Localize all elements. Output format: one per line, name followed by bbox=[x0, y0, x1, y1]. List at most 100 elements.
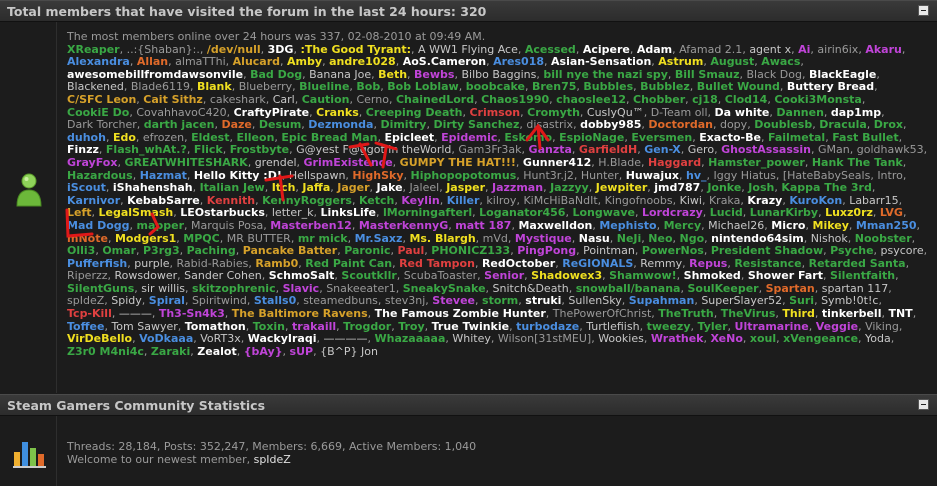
member-link[interactable]: Black Dog bbox=[746, 68, 801, 81]
member-link[interactable]: Alucard bbox=[233, 55, 280, 68]
member-link[interactable]: The Baltimore Ravens bbox=[232, 307, 368, 320]
newest-member-link[interactable]: spIdeZ bbox=[254, 453, 291, 466]
member-link[interactable]: Bubbles bbox=[583, 80, 633, 94]
member-link[interactable]: Bob bbox=[356, 80, 380, 94]
member-link[interactable]: SchmoSalt bbox=[269, 269, 335, 282]
member-link[interactable]: LegalSmash bbox=[99, 206, 174, 220]
member-link[interactable]: Bilbo Baggins bbox=[461, 68, 536, 81]
member-link[interactable]: Dimitry bbox=[380, 118, 426, 131]
member-link[interactable]: SoulKeeper bbox=[687, 282, 758, 295]
member-link[interactable]: Astrum bbox=[658, 55, 703, 68]
member-link[interactable]: ——— bbox=[119, 307, 152, 320]
member-link[interactable]: Jonke bbox=[707, 181, 741, 194]
member-link[interactable]: matt 187 bbox=[455, 219, 511, 232]
member-link[interactable]: Sander Cohen bbox=[184, 269, 262, 282]
member-link[interactable]: Keylin bbox=[401, 194, 439, 207]
member-link[interactable]: cj18 bbox=[692, 93, 718, 106]
member-link[interactable]: Dracula bbox=[819, 118, 867, 131]
member-link[interactable]: C/SFC Leon bbox=[67, 93, 136, 106]
member-link[interactable]: Gam3Fr3ak bbox=[458, 143, 521, 157]
member-link[interactable]: Kennith bbox=[207, 194, 255, 207]
member-link[interactable]: Jager bbox=[337, 181, 369, 194]
member-link[interactable]: Noobster bbox=[855, 232, 912, 245]
member-link[interactable]: LinksLife bbox=[321, 206, 377, 220]
member-link[interactable]: Rabid-Rabies bbox=[177, 257, 249, 270]
member-link[interactable]: bill nye the nazi spy bbox=[543, 68, 668, 81]
member-link[interactable]: Shamwow! bbox=[609, 269, 677, 282]
member-link[interactable]: Blueberry bbox=[239, 80, 292, 94]
member-link[interactable]: Remmy bbox=[640, 257, 682, 270]
member-link[interactable]: President Shadow bbox=[711, 244, 823, 257]
member-link[interactable]: mNote bbox=[67, 232, 108, 245]
member-link[interactable]: GhostAssassin bbox=[721, 143, 811, 157]
member-link[interactable]: Doublesb bbox=[754, 118, 812, 131]
member-link[interactable]: GMan bbox=[818, 143, 850, 157]
member-link[interactable]: spartan 117 bbox=[822, 282, 889, 295]
member-link[interactable]: snowball/banana bbox=[576, 282, 681, 295]
member-link[interactable]: ..:{Shaban}:. bbox=[127, 43, 200, 56]
member-link[interactable]: Drox bbox=[874, 118, 903, 131]
member-link[interactable]: Blank bbox=[197, 80, 232, 94]
member-link[interactable]: VoRT3x bbox=[200, 332, 240, 345]
member-link[interactable]: Haggard bbox=[648, 156, 701, 169]
member-link[interactable]: Finzz bbox=[67, 143, 99, 157]
member-link[interactable]: G@yest F@ggot in theWorld bbox=[296, 143, 451, 157]
member-link[interactable]: A WW1 Flying Ace bbox=[418, 43, 518, 56]
member-link[interactable]: Lordcrazy bbox=[642, 206, 703, 220]
member-link[interactable]: Spiral bbox=[149, 294, 185, 308]
member-link[interactable]: tweezy bbox=[647, 320, 691, 333]
member-link[interactable]: Pancake Batter bbox=[243, 244, 337, 257]
member-link[interactable]: Tyler bbox=[698, 320, 728, 333]
member-link[interactable]: boobcake bbox=[466, 80, 525, 94]
member-link[interactable]: Desum bbox=[259, 118, 301, 131]
member-link[interactable]: Pufferfish bbox=[67, 257, 127, 270]
member-link[interactable]: Bewbs bbox=[414, 68, 454, 81]
member-link[interactable]: mVd bbox=[483, 232, 508, 245]
member-link[interactable]: Tcp-Kill bbox=[67, 307, 112, 320]
member-link[interactable]: Trogdor bbox=[343, 320, 391, 333]
member-link[interactable]: Iggy Hiatus bbox=[714, 169, 776, 182]
member-link[interactable]: Blackened bbox=[67, 80, 124, 94]
member-link[interactable]: airin6ix bbox=[817, 43, 858, 56]
member-link[interactable]: iShahenshah bbox=[113, 181, 193, 194]
member-link[interactable]: efrozen bbox=[143, 131, 184, 144]
member-link[interactable]: Killer bbox=[447, 194, 480, 207]
member-link[interactable]: Bob Loblaw bbox=[387, 80, 458, 94]
member-link[interactable]: KiMcHiBaNdIt bbox=[523, 194, 597, 207]
member-link[interactable]: Ngo bbox=[680, 232, 705, 245]
member-link[interactable]: Hello Kitty :D! bbox=[194, 169, 282, 182]
member-link[interactable]: MR BUTTER bbox=[227, 232, 291, 245]
member-link[interactable]: Stevee bbox=[432, 294, 475, 308]
member-link[interactable]: Jake bbox=[377, 181, 403, 194]
member-link[interactable]: Senior bbox=[484, 269, 524, 282]
member-link[interactable]: VirDeBello bbox=[67, 332, 132, 345]
member-link[interactable]: Resistance bbox=[734, 257, 801, 270]
member-link[interactable]: letter_k bbox=[272, 206, 314, 220]
member-link[interactable]: Fast Bullet bbox=[832, 131, 898, 144]
member-link[interactable]: Kingofnoobs bbox=[605, 194, 673, 207]
member-link[interactable]: MPQC bbox=[183, 232, 219, 245]
member-link[interactable]: LunarKirby bbox=[750, 206, 818, 220]
member-link[interactable]: iScout bbox=[67, 181, 106, 194]
member-link[interactable]: Paul bbox=[397, 244, 424, 257]
member-link[interactable]: VoDkaaa bbox=[139, 332, 193, 345]
member-link[interactable]: Jazzman bbox=[492, 181, 543, 194]
member-link[interactable]: turbodaze bbox=[516, 320, 579, 333]
member-link[interactable]: Olli3 bbox=[67, 244, 95, 257]
member-link[interactable]: Karnivor bbox=[67, 194, 120, 207]
member-link[interactable]: GREATWHITESHARK bbox=[124, 156, 247, 169]
member-link[interactable]: Bill Smauz bbox=[675, 68, 740, 81]
member-link[interactable]: dopy bbox=[720, 118, 747, 131]
member-link[interactable]: Spidy bbox=[111, 294, 142, 308]
member-link[interactable]: Blade6119 bbox=[131, 80, 190, 94]
member-link[interactable]: psycore bbox=[881, 244, 924, 257]
member-link[interactable]: dobby985 bbox=[580, 118, 641, 131]
member-link[interactable]: kilroy bbox=[486, 194, 516, 207]
member-link[interactable]: CraftyPirate bbox=[234, 106, 310, 119]
member-link[interactable]: Marquis Posa bbox=[191, 219, 263, 232]
member-link[interactable]: Repus bbox=[689, 257, 727, 270]
member-link[interactable]: andre1028 bbox=[329, 55, 396, 68]
member-link[interactable]: Yoda bbox=[865, 332, 891, 345]
member-link[interactable]: Retarded Santa bbox=[809, 257, 906, 270]
member-link[interactable]: Bullet Wound bbox=[697, 80, 780, 94]
